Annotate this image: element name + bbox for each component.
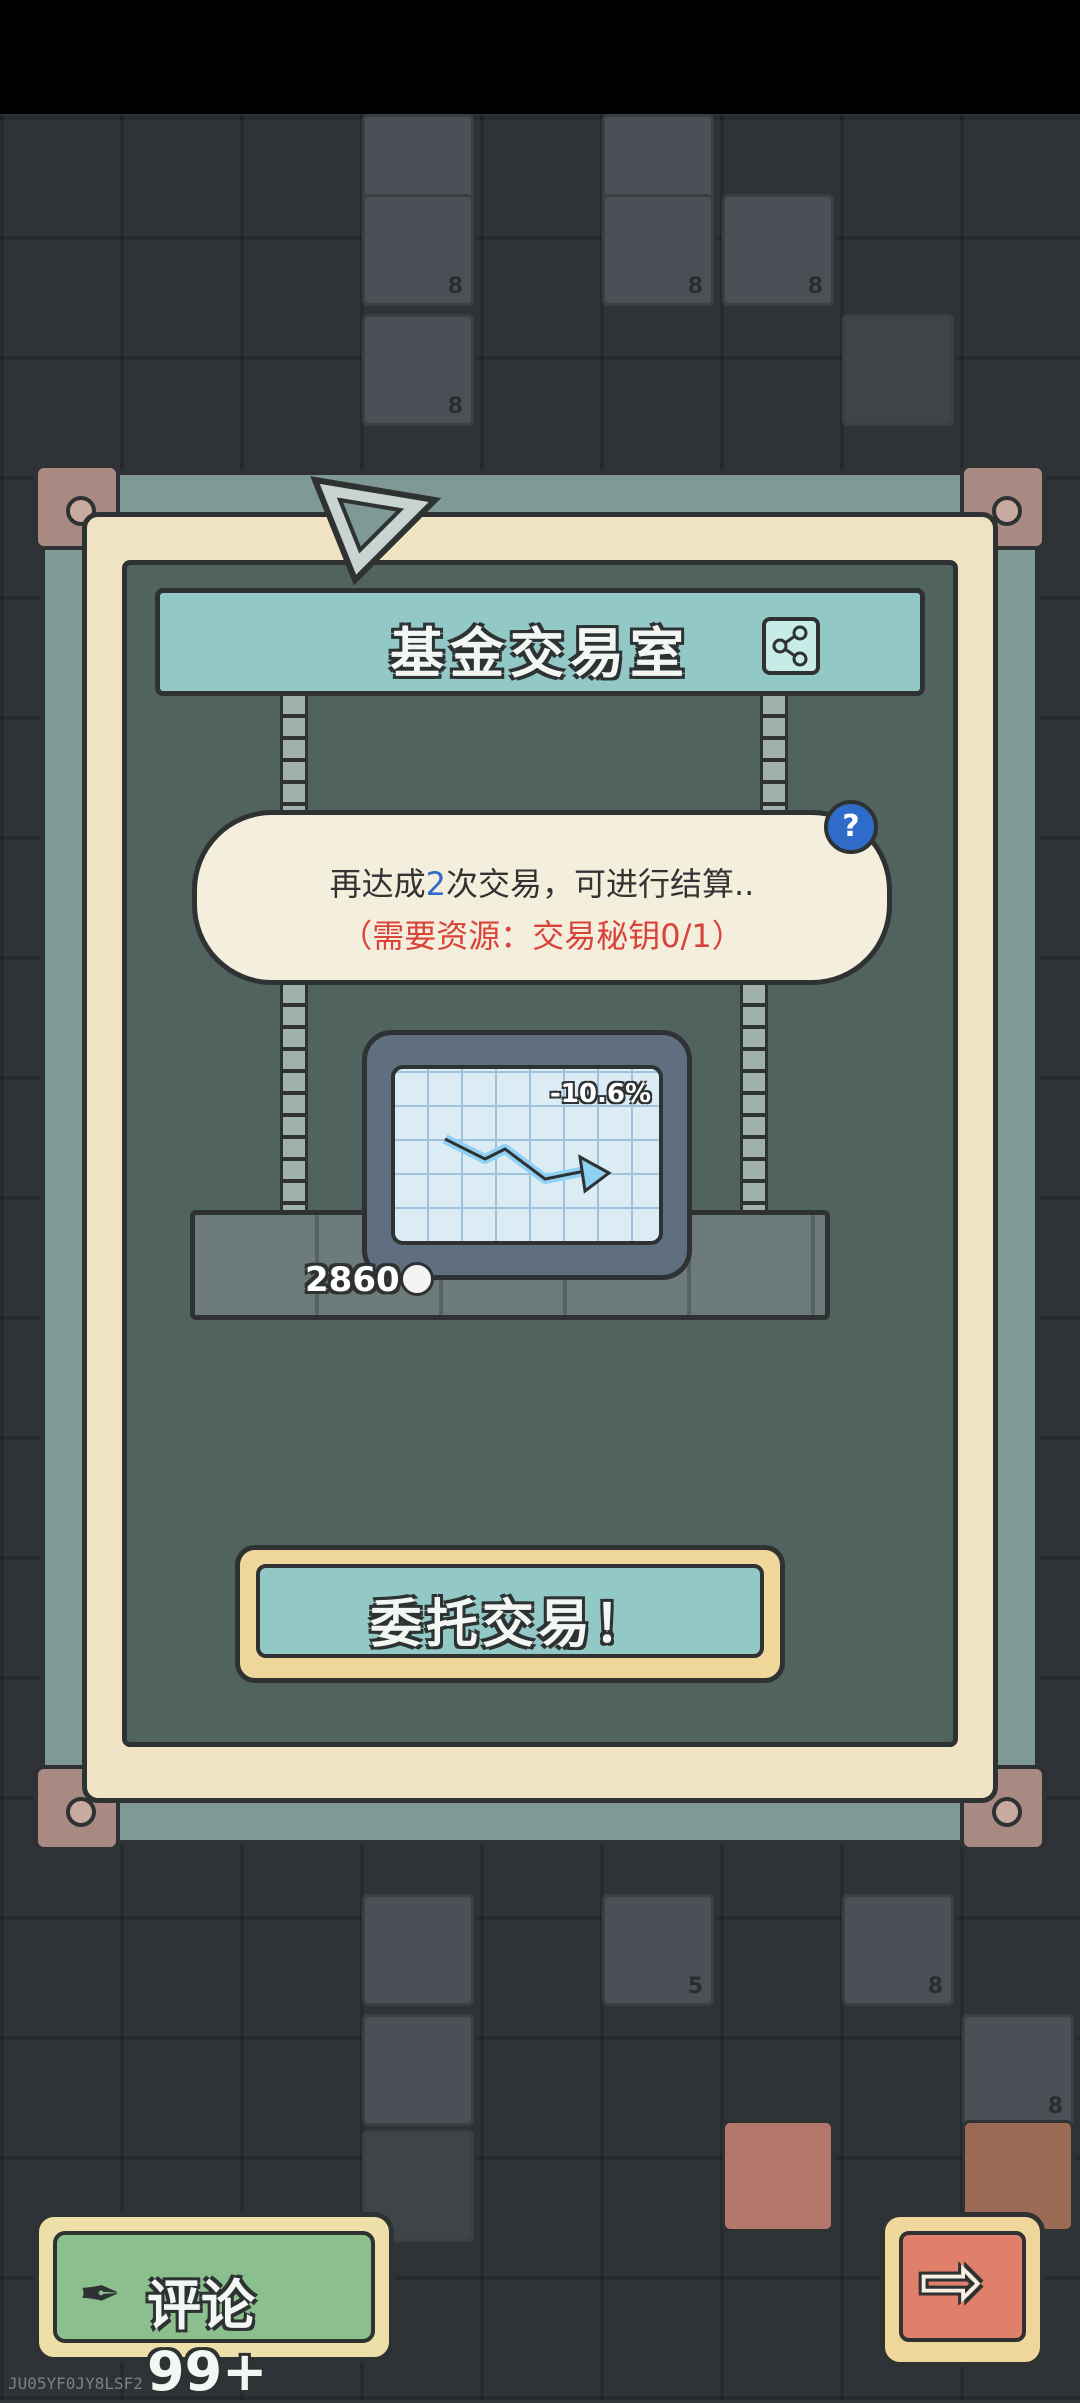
tile-number: 8 (447, 274, 463, 299)
fund-trading-panel: 基金交易室 再达成2次交易，可进行结算.. （需要资源：交易秘钥0/1） ? -… (34, 464, 1046, 1851)
coin-amount: 2860 (305, 1260, 400, 1300)
next-button-face: ⇨ (899, 2231, 1026, 2342)
resource-requirement-text: （需要资源：交易秘钥0/1） (340, 917, 744, 955)
arrow-right-icon: ⇨ (919, 2237, 985, 2327)
trade-button-label: 委托交易！ (369, 1595, 650, 1655)
comment-label: 评论 99+ (147, 2274, 268, 2403)
tile-number: 8 (447, 394, 463, 419)
stock-screen: -10.6% (391, 1065, 663, 1245)
grid-tile: 5 (602, 1894, 714, 2006)
next-button[interactable]: ⇨ (880, 2212, 1045, 2367)
tile-number: 8 (927, 1974, 943, 1999)
entrust-trade-button[interactable]: 委托交易！ (235, 1545, 785, 1683)
grid-tile: 8 (842, 1894, 954, 2006)
grid-tile (362, 2014, 474, 2126)
share-icon (772, 625, 808, 667)
trades-remaining-text: 再达成2次交易，可进行结算.. (329, 865, 755, 903)
tile-number: 8 (1047, 2094, 1063, 2119)
change-percent: -10.6% (550, 1079, 651, 1109)
tile-number: 5 (687, 1974, 703, 1999)
comment-button[interactable]: ✒ 评论 99+ (34, 2212, 394, 2403)
message-bubble: 再达成2次交易，可进行结算.. （需要资源：交易秘钥0/1） (192, 810, 892, 985)
grid-tile (362, 1894, 474, 2006)
grid-tile (842, 314, 954, 426)
tile-number: 8 (807, 274, 823, 299)
chain (280, 985, 308, 1230)
stock-monitor[interactable]: -10.6% (362, 1030, 692, 1280)
grid-tile: 8 (722, 194, 834, 306)
build-code: JU05YF0JY8LSF2 (8, 2374, 143, 2393)
quill-icon: ✒ (79, 2265, 121, 2323)
tile-number: 8 (687, 274, 703, 299)
help-button[interactable]: ? (824, 800, 878, 854)
grid-tile: 8 (362, 314, 474, 426)
trades-remaining-count: 2 (425, 865, 446, 903)
character-portrait[interactable] (722, 2120, 834, 2232)
chain (280, 696, 308, 816)
title-bar: 基金交易室 (155, 588, 925, 696)
grid-tile: 8 (602, 194, 714, 306)
share-button[interactable] (762, 617, 820, 675)
chain (760, 696, 788, 816)
grid-tile: 8 (962, 2014, 1074, 2126)
chain (740, 985, 768, 1230)
status-bar (0, 0, 1080, 114)
trade-button-face: 委托交易！ (256, 1564, 764, 1658)
grid-tile: 8 (362, 194, 474, 306)
comment-button-face: ✒ 评论 99+ (53, 2231, 375, 2403)
pennant-icon (310, 476, 442, 586)
coin-icon (400, 1262, 434, 1296)
